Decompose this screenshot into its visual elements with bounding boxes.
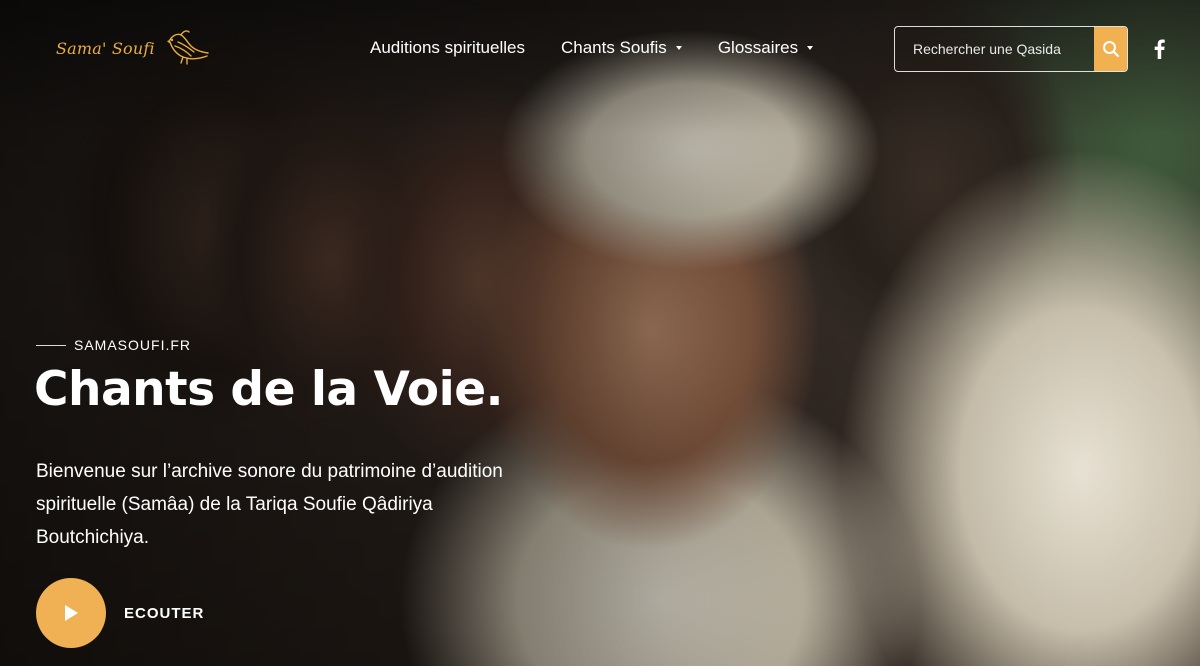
hero-title: Chants de la Voie. <box>34 362 503 417</box>
nav-item-glossaires[interactable]: Glossaires <box>717 38 814 58</box>
caret-down-icon <box>675 46 682 50</box>
nav-item-chants-soufis[interactable]: Chants Soufis <box>561 38 682 58</box>
main-nav: Auditions spirituelles Chants Soufis Glo… <box>370 38 814 58</box>
search-form <box>894 26 1128 72</box>
nav-item-label: Glossaires <box>717 38 799 57</box>
play-icon <box>65 605 78 621</box>
facebook-icon <box>1154 39 1165 59</box>
nav-item-label: Chants Soufis <box>560 38 667 57</box>
caret-down-icon <box>807 46 814 50</box>
nav-item-label: Auditions spirituelles <box>370 38 525 57</box>
play-button-circle[interactable] <box>36 578 106 648</box>
search-icon <box>1103 41 1120 58</box>
listen-button[interactable]: ECOUTER <box>36 578 204 648</box>
nav-item-auditions-spirituelles[interactable]: Auditions spirituelles <box>370 38 525 58</box>
logo-text: Sama' Soufi <box>56 38 155 58</box>
site-header: Sama' Soufi Auditions spirituelles Chant… <box>0 0 1200 100</box>
search-input[interactable] <box>895 27 1094 71</box>
eyebrow-divider <box>36 344 66 346</box>
search-button[interactable] <box>1094 27 1127 71</box>
hero-eyebrow: SAMASOUFI.FR <box>36 337 191 353</box>
eyebrow-text: SAMASOUFI.FR <box>74 337 192 353</box>
facebook-link[interactable] <box>1150 38 1168 60</box>
site-logo[interactable]: Sama' Soufi <box>56 28 211 68</box>
bird-icon <box>166 30 209 65</box>
listen-label: ECOUTER <box>124 604 205 622</box>
hero-description: Bienvenue sur l’archive sonore du patrim… <box>36 461 503 548</box>
